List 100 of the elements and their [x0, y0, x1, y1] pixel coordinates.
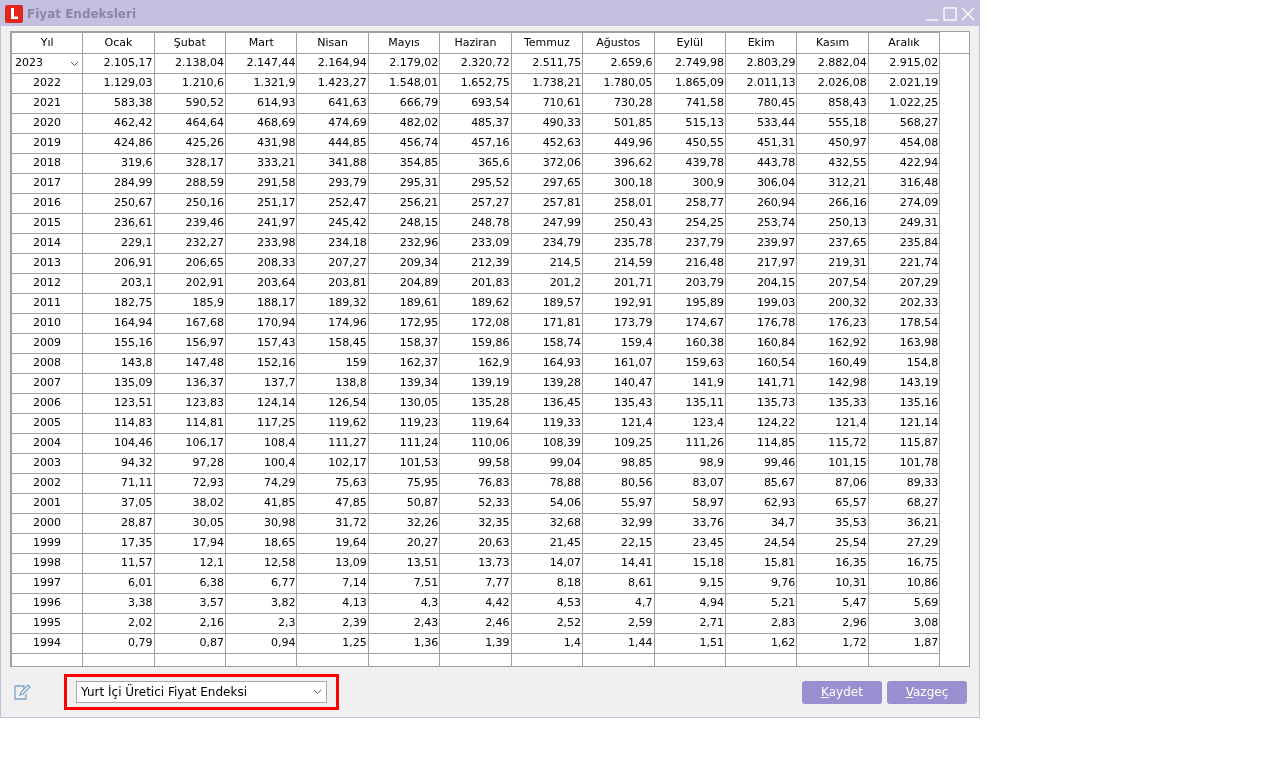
table-cell: 0,79 — [82, 633, 155, 654]
column-header[interactable]: Temmuz — [511, 32, 583, 54]
table-cell: 139,34 — [368, 373, 440, 394]
table-cell: 101,78 — [868, 453, 940, 474]
edit-note-icon[interactable] — [13, 683, 31, 701]
table-cell: 30,05 — [154, 513, 226, 534]
table-cell: 2,83 — [725, 613, 797, 634]
year-cell: 2013 — [11, 253, 83, 274]
table-cell: 449,96 — [582, 133, 655, 154]
year-cell: 1996 — [11, 593, 83, 614]
table-cell: 121,4 — [796, 413, 869, 434]
table-cell: 2,96 — [796, 613, 869, 634]
table-cell: 1.548,01 — [368, 73, 440, 94]
table-cell: 300,18 — [582, 173, 655, 194]
table-cell: 288,59 — [154, 173, 226, 194]
maximize-icon[interactable] — [943, 6, 957, 21]
table-cell: 201,71 — [582, 273, 655, 294]
year-cell: 1994 — [11, 633, 83, 654]
table-cell: 6,38 — [154, 573, 226, 594]
column-header[interactable]: Ocak — [82, 32, 155, 54]
table-cell: 25,54 — [796, 533, 869, 554]
year-cell: 2018 — [11, 153, 83, 174]
table-cell: 1.423,27 — [296, 73, 369, 94]
table-cell: 2.882,04 — [796, 53, 869, 74]
year-dropdown[interactable]: 2023 — [11, 53, 83, 74]
table-cell: 142,98 — [796, 373, 869, 394]
chevron-down-icon — [313, 689, 322, 695]
table-cell: 207,29 — [868, 273, 940, 294]
table-cell: 202,33 — [868, 293, 940, 314]
table-cell: 111,24 — [368, 433, 440, 454]
table-cell: 2.749,98 — [654, 53, 726, 74]
table-cell: 160,54 — [725, 353, 797, 374]
table-cell: 274,09 — [868, 193, 940, 214]
table-cell: 614,93 — [225, 93, 297, 114]
table-cell: 4,94 — [654, 593, 726, 614]
column-header[interactable]: Haziran — [439, 32, 512, 54]
column-header[interactable]: Yıl — [11, 32, 83, 54]
table-cell: 432,55 — [796, 153, 869, 174]
table-cell: 14,07 — [511, 553, 583, 574]
table-cell: 212,39 — [439, 253, 512, 274]
table-cell: 172,95 — [368, 313, 440, 334]
table-cell: 119,62 — [296, 413, 369, 434]
column-header[interactable]: Nisan — [296, 32, 369, 54]
table-cell: 13,51 — [368, 553, 440, 574]
table-cell: 710,61 — [511, 93, 583, 114]
table-cell: 245,42 — [296, 213, 369, 234]
window-title: Fiyat Endeksleri — [27, 5, 137, 23]
table-cell: 110,06 — [439, 433, 512, 454]
column-header[interactable]: Kasım — [796, 32, 869, 54]
table-cell: 136,45 — [511, 393, 583, 414]
column-header[interactable]: Mayıs — [368, 32, 440, 54]
table-cell: 1,4 — [511, 633, 583, 654]
table-cell: 135,43 — [582, 393, 655, 414]
table-cell: 1,87 — [868, 633, 940, 654]
table-cell: 4,7 — [582, 593, 655, 614]
table-cell: 160,84 — [725, 333, 797, 354]
table-cell: 147,48 — [154, 353, 226, 374]
table-cell: 1,72 — [796, 633, 869, 654]
table-cell: 300,9 — [654, 173, 726, 194]
table-cell: 123,4 — [654, 413, 726, 434]
table-cell: 23,45 — [654, 533, 726, 554]
table-cell: 161,07 — [582, 353, 655, 374]
table-cell: 199,03 — [725, 293, 797, 314]
table-cell: 730,28 — [582, 93, 655, 114]
table-cell: 2,46 — [439, 613, 512, 634]
table-cell: 135,16 — [868, 393, 940, 414]
table-cell: 108,39 — [511, 433, 583, 454]
year-cell: 2005 — [11, 413, 83, 434]
index-type-dropdown[interactable]: Yurt İçi Üretici Fiyat Endeksi — [76, 681, 327, 703]
table-cell: 780,45 — [725, 93, 797, 114]
table-cell: 341,88 — [296, 153, 369, 174]
table-cell: 76,83 — [439, 473, 512, 494]
table-cell: 454,08 — [868, 133, 940, 154]
column-header[interactable]: Ağustos — [582, 32, 655, 54]
column-header[interactable]: Şubat — [154, 32, 226, 54]
table-cell: 2.164,94 — [296, 53, 369, 74]
close-icon[interactable] — [961, 6, 975, 21]
year-cell: 2007 — [11, 373, 83, 394]
table-cell: 21,45 — [511, 533, 583, 554]
table-cell: 214,59 — [582, 253, 655, 274]
table-cell: 74,29 — [225, 473, 297, 494]
table-cell: 284,99 — [82, 173, 155, 194]
table-cell: 1.210,6 — [154, 73, 226, 94]
table-cell: 16,35 — [796, 553, 869, 574]
column-header[interactable]: Ekim — [725, 32, 797, 54]
table-cell: 89,33 — [868, 473, 940, 494]
table-cell: 431,98 — [225, 133, 297, 154]
table-cell: 253,74 — [725, 213, 797, 234]
table-cell: 741,58 — [654, 93, 726, 114]
table-cell: 115,72 — [796, 433, 869, 454]
column-header[interactable]: Eylül — [654, 32, 726, 54]
table-cell: 17,35 — [82, 533, 155, 554]
column-header[interactable]: Aralık — [868, 32, 940, 54]
table-cell: 372,06 — [511, 153, 583, 174]
table-cell: 137,7 — [225, 373, 297, 394]
year-cell: 2019 — [11, 133, 83, 154]
table-cell: 99,46 — [725, 453, 797, 474]
table-cell: 6,01 — [82, 573, 155, 594]
year-cell: 2022 — [11, 73, 83, 94]
column-header[interactable]: Mart — [225, 32, 297, 54]
